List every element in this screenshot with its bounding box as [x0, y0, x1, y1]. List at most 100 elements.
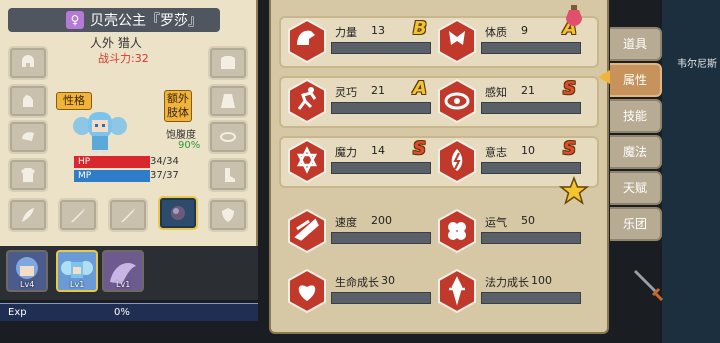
equip-slot-offhand[interactable]	[8, 198, 48, 232]
stats-panel: 力量 13 B 体质 9 A 灵巧 21 A 感知 21 S 魔力 14 S 意志 10 S 速度 200 运气 50 生命…	[269, 0, 609, 334]
party-member-1[interactable]: Lv4	[6, 250, 48, 292]
tab-3[interactable]: 技能	[610, 99, 662, 133]
stat-bar	[481, 162, 581, 174]
exp-value: 0%	[114, 307, 130, 318]
stat-5: 魔力 14 S	[283, 136, 433, 188]
satiety-label: 饱腹度	[166, 130, 196, 141]
tab-5[interactable]: 天赋	[610, 171, 662, 205]
stat-bar	[331, 102, 431, 114]
helmet-icon	[22, 55, 34, 67]
stat-value: 100	[531, 274, 552, 287]
stat-value: 30	[381, 274, 395, 287]
orb-icon	[171, 206, 185, 220]
character-sprite	[73, 112, 127, 154]
equip-slot-helmet[interactable]	[8, 46, 48, 80]
stat-value: 9	[521, 24, 528, 37]
tab-4[interactable]: 魔法	[610, 135, 662, 169]
stat-bar	[481, 42, 581, 54]
character-panel: ♀ 贝壳公主『罗莎』 人外 猎人 战斗力:32 性格 额外肢体 饱腹度 90% …	[0, 0, 258, 300]
stat-8: 运气 50	[433, 206, 583, 258]
stat-value: 13	[371, 24, 385, 37]
character-name-bar: ♀ 贝壳公主『罗莎』	[8, 8, 220, 32]
stat-bar	[331, 232, 431, 244]
equip-slot-amulet[interactable]	[208, 120, 248, 154]
shoulder-icon	[22, 132, 34, 141]
speed-icon	[288, 209, 326, 253]
stat-name: 灵巧	[335, 86, 357, 99]
sword-icon	[634, 270, 664, 302]
armor-icon	[221, 56, 235, 69]
runner-icon	[288, 79, 326, 123]
equip-slot-gauntlet[interactable]	[8, 84, 48, 118]
stat-9: 生命成长 30	[283, 266, 433, 318]
mana-growth-icon	[438, 269, 476, 313]
equip-slot-boots[interactable]	[208, 158, 248, 192]
stat-value: 200	[371, 214, 392, 227]
mp-value: 37/37	[150, 170, 179, 181]
star-icon[interactable]	[559, 176, 589, 206]
body-icon	[438, 19, 476, 63]
game-world-background	[662, 0, 720, 343]
stat-name: 法力成长	[485, 276, 529, 289]
stat-value: 14	[371, 144, 385, 157]
stat-value: 21	[521, 84, 535, 97]
equip-slot-shield[interactable]	[208, 198, 248, 232]
heart-growth-icon	[288, 269, 326, 313]
stat-name: 生命成长	[335, 276, 379, 289]
party-member-level: Lv1	[116, 280, 131, 289]
potion-icon[interactable]	[563, 4, 585, 28]
feather-icon	[22, 208, 34, 222]
party-bar: Lv4 Lv1 Lv1	[0, 246, 258, 300]
party-member-level: Lv4	[20, 280, 35, 289]
equip-slot-shoulder[interactable]	[8, 120, 48, 154]
stat-bar	[481, 292, 581, 304]
will-icon	[438, 139, 476, 183]
character-class: 人外 猎人	[90, 36, 142, 50]
stat-3: 灵巧 21 A	[283, 76, 433, 128]
tab-1[interactable]: 道具	[610, 27, 662, 61]
equip-slot-shirt[interactable]	[8, 158, 48, 192]
stat-value: 50	[521, 214, 535, 227]
npc-name-label: 韦尔尼斯	[677, 59, 717, 70]
equip-slot-weapon-1[interactable]	[58, 198, 98, 232]
equip-slot-armor[interactable]	[208, 46, 248, 80]
female-symbol-icon: ♀	[66, 11, 84, 29]
stat-bar	[481, 102, 581, 114]
stat-name: 运气	[485, 216, 507, 229]
hp-value: 34/34	[150, 156, 179, 167]
combat-power: 战斗力:32	[98, 52, 149, 65]
equip-slot-cape[interactable]	[208, 84, 248, 118]
mp-label: MP	[78, 171, 92, 181]
satiety-value: 90%	[178, 140, 201, 151]
active-tab-arrow-icon	[598, 70, 610, 84]
stat-4: 感知 21 S	[433, 76, 583, 128]
extra-limbs-button[interactable]: 额外肢体	[164, 90, 192, 122]
stat-2: 体质 9 A	[433, 16, 583, 68]
party-member-level: Lv1	[70, 280, 85, 289]
stats-grid: 力量 13 B 体质 9 A 灵巧 21 A 感知 21 S 魔力 14 S 意志 10 S 速度 200 运气 50 生命…	[279, 10, 599, 326]
stat-name: 意志	[485, 146, 507, 159]
equip-slot-orb[interactable]	[158, 196, 198, 230]
party-member-2[interactable]: Lv1	[56, 250, 98, 292]
shield-icon	[222, 208, 234, 222]
party-member-3[interactable]: Lv1	[102, 250, 144, 292]
tab-6[interactable]: 乐团	[610, 207, 662, 241]
exp-bar: Exp 0%	[0, 303, 258, 321]
stat-1: 力量 13 B	[283, 16, 433, 68]
shirt-icon	[21, 168, 35, 182]
sword-icon	[71, 208, 85, 222]
stat-bar	[331, 162, 431, 174]
hp-label: HP	[78, 157, 91, 167]
stat-value: 21	[371, 84, 385, 97]
stat-value: 10	[521, 144, 535, 157]
stat-name: 魔力	[335, 146, 357, 159]
amulet-icon	[220, 132, 236, 142]
muscle-icon	[288, 19, 326, 63]
tab-2[interactable]: 属性	[610, 63, 662, 97]
equip-slot-weapon-2[interactable]	[108, 198, 148, 232]
stat-grade-badge: A	[413, 78, 427, 99]
sword-icon	[121, 208, 135, 222]
stat-grade-badge: S	[413, 138, 426, 159]
stat-7: 速度 200	[283, 206, 433, 258]
game-screen: 韦尔尼斯 ♀ 贝壳公主『罗莎』 人外 猎人 战斗力:32 性格 额外肢体 饱腹度…	[0, 0, 720, 343]
